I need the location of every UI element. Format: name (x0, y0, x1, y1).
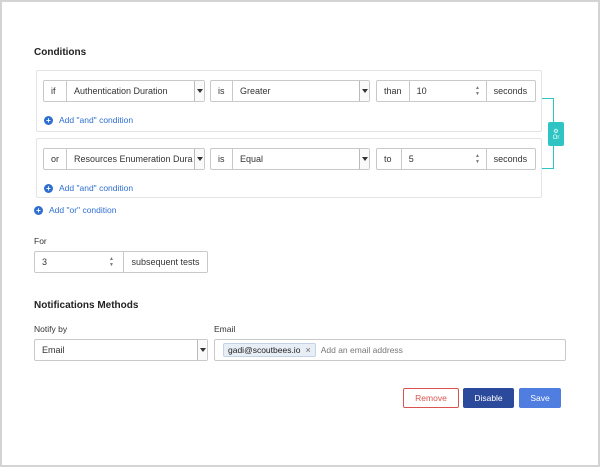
or-badge[interactable]: ⚙ Or (548, 122, 564, 146)
chevron-down-icon[interactable] (194, 149, 204, 169)
unit-label: seconds (485, 149, 535, 169)
add-and-label: Add "and" condition (59, 183, 134, 193)
notifications-title: Notifications Methods (34, 300, 139, 311)
threshold-input-2[interactable]: to 5 seconds ▲ ▼ (376, 148, 536, 170)
notify-by-value: Email (42, 345, 65, 355)
metric-value: Resources Enumeration Dura (74, 154, 193, 164)
for-input[interactable]: 3 subsequent tests ▲ ▼ (34, 251, 208, 273)
comparator-label: to (377, 149, 402, 169)
disable-button[interactable]: Disable (463, 388, 514, 408)
stepper-icon[interactable]: ▲ ▼ (474, 86, 481, 97)
unit-label: seconds (485, 81, 535, 101)
email-tag: gadi@scoutbees.io × (223, 343, 316, 357)
save-button[interactable]: Save (519, 388, 561, 408)
operator-prefix: is (211, 81, 233, 101)
chevron-down-icon[interactable] (359, 81, 369, 101)
operator-value: Greater (240, 86, 271, 96)
for-label: For (34, 236, 47, 246)
operator-prefix: is (211, 149, 233, 169)
operator-value: Equal (240, 154, 264, 164)
condition-group-2: or Resources Enumeration Dura is Equal t… (36, 138, 542, 198)
plus-circle-icon: + (44, 115, 53, 125)
chevron-down-icon[interactable] (359, 149, 369, 169)
add-and-condition-2[interactable]: + Add "and" condition (44, 183, 133, 193)
plus-circle-icon: + (34, 205, 43, 215)
threshold-input-1[interactable]: than 10 seconds ▲ ▼ (376, 80, 536, 102)
or-badge-label: Or (552, 134, 560, 141)
operator-select-1[interactable]: is Greater (210, 80, 370, 102)
add-and-label: Add "and" condition (59, 115, 134, 125)
plus-circle-icon: + (44, 183, 53, 193)
connector-label: or (44, 149, 67, 169)
email-label: Email (214, 324, 236, 334)
for-suffix: subsequent tests (123, 252, 207, 272)
add-or-label: Add "or" condition (49, 205, 117, 215)
stepper-icon[interactable]: ▲ ▼ (108, 257, 115, 268)
metric-select-2[interactable]: or Resources Enumeration Dura (43, 148, 205, 170)
condition-group-1: if Authentication Duration is Greater th… (36, 70, 542, 132)
email-input[interactable]: gadi@scoutbees.io × Add an email address (214, 339, 566, 361)
comparator-label: than (377, 81, 410, 101)
remove-button[interactable]: Remove (403, 388, 459, 408)
chevron-down-icon[interactable] (194, 81, 204, 101)
add-and-condition-1[interactable]: + Add "and" condition (44, 115, 133, 125)
operator-select-2[interactable]: is Equal (210, 148, 370, 170)
gear-icon: ⚙ (553, 128, 559, 135)
metric-select-1[interactable]: if Authentication Duration (43, 80, 205, 102)
notify-by-select[interactable]: Email (34, 339, 208, 361)
chevron-down-icon[interactable] (197, 340, 207, 360)
email-tag-text: gadi@scoutbees.io (228, 345, 301, 355)
add-or-condition[interactable]: + Add "or" condition (34, 205, 116, 215)
close-icon[interactable]: × (305, 345, 310, 355)
stepper-icon[interactable]: ▲ ▼ (474, 154, 481, 165)
email-placeholder[interactable]: Add an email address (321, 345, 403, 355)
metric-value: Authentication Duration (74, 86, 168, 96)
notify-by-label: Notify by (34, 324, 68, 334)
rule-editor-panel: Conditions if Authentication Duration is… (2, 2, 598, 465)
connector-label: if (44, 81, 67, 101)
conditions-title: Conditions (34, 47, 87, 58)
